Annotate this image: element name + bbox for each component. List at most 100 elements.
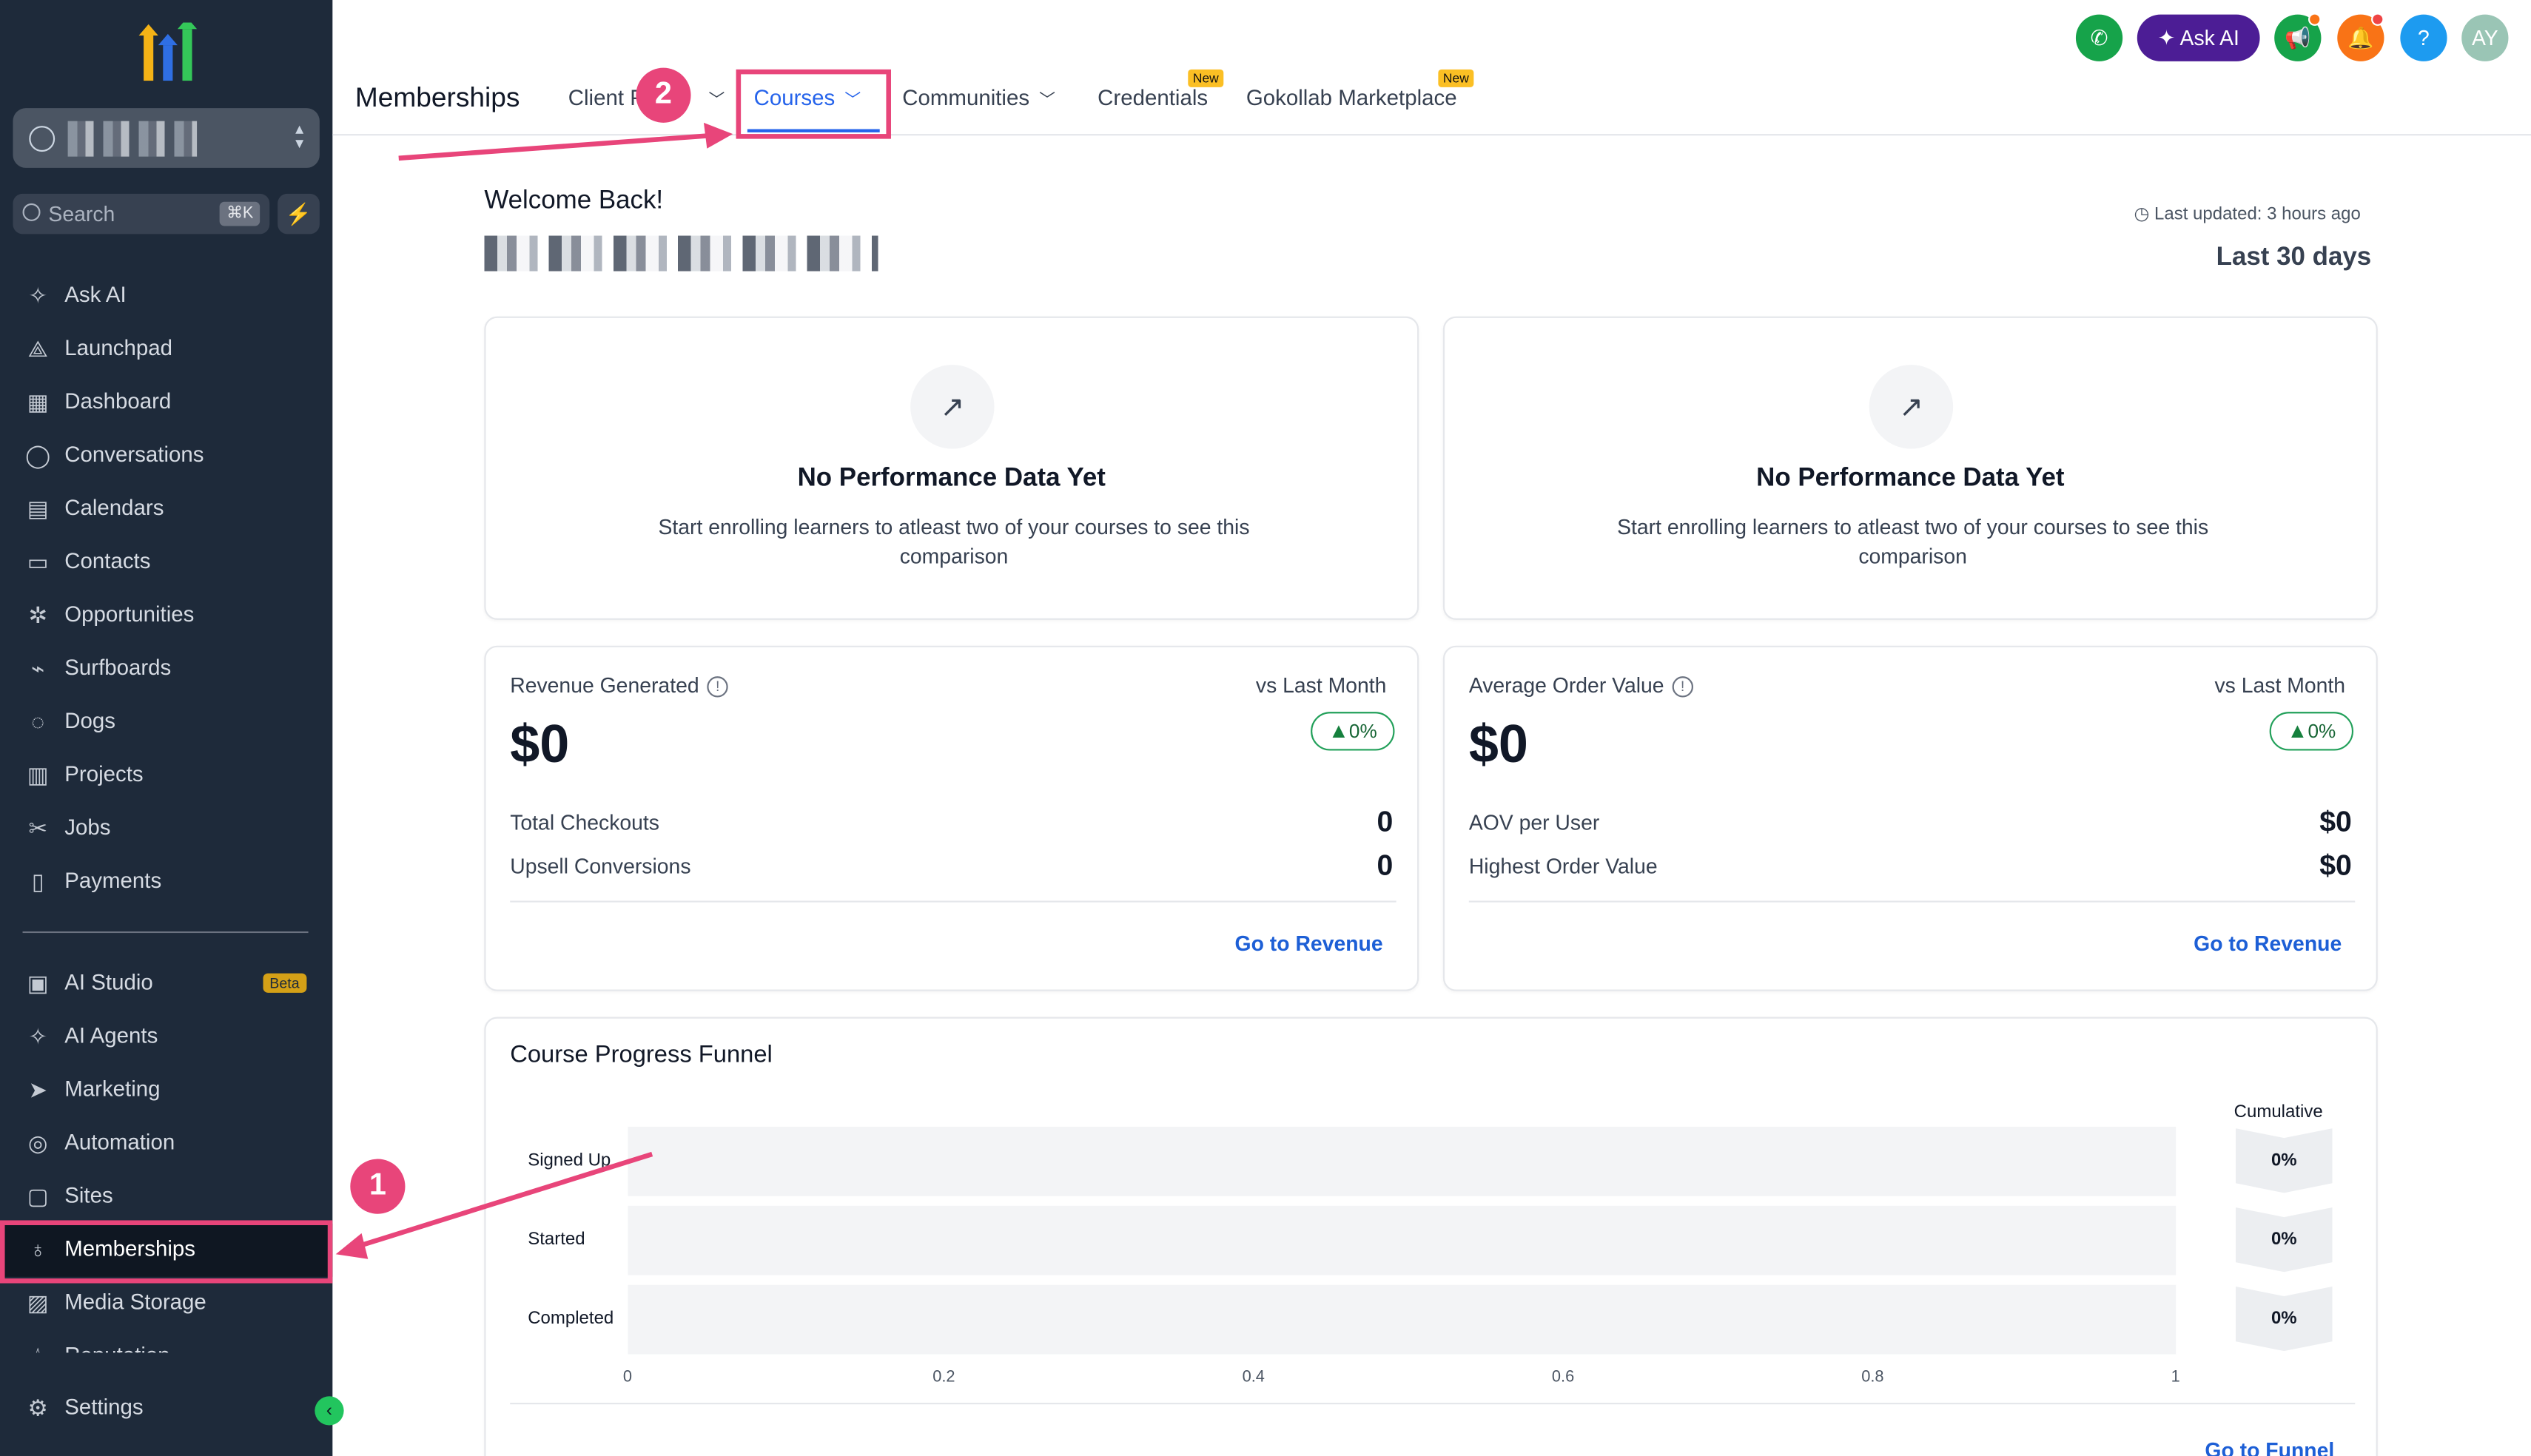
- sidebar-item-label: Media Storage: [64, 1290, 206, 1314]
- funnel-track: [628, 1284, 2177, 1355]
- go-to-funnel-link[interactable]: Go to Funnel: [2205, 1438, 2334, 1456]
- search-icon: [22, 203, 41, 221]
- ask-ai-label: Ask AI: [2179, 25, 2239, 50]
- image-icon: ▨: [27, 1290, 49, 1316]
- funnel-category-label: Completed: [528, 1309, 614, 1329]
- sidebar-item-ai-agents[interactable]: ✧ AI Agents: [0, 1011, 332, 1064]
- new-badge: New: [1188, 69, 1224, 87]
- sidebar-item-jobs[interactable]: ✂ Jobs: [0, 802, 332, 855]
- tab-client-portal-chevron[interactable]: ﹀: [699, 86, 725, 109]
- search-shortcut: ⌘K: [220, 201, 261, 226]
- step-badge-1: 1: [350, 1159, 406, 1214]
- beta-badge: Beta: [263, 973, 306, 993]
- funnel-track: [628, 1126, 2177, 1196]
- x-tick-label: 0.2: [932, 1369, 955, 1387]
- grid-icon: ▦: [27, 388, 49, 415]
- new-badge: New: [1438, 69, 1474, 87]
- app-logo[interactable]: [132, 22, 204, 87]
- sidebar-item-projects[interactable]: ▥ Projects: [0, 749, 332, 802]
- notification-dot: [2308, 13, 2322, 26]
- change-value: 0%: [1348, 720, 1377, 743]
- highlight-box-memberships: [0, 1220, 333, 1284]
- sidebar-item-payments[interactable]: ▯ Payments: [0, 855, 332, 909]
- sidebar-item-reputation[interactable]: ☆ Reputation: [0, 1330, 332, 1352]
- phone-button[interactable]: ✆: [2075, 14, 2123, 61]
- performance-description: Start enrolling learners to atleast two …: [1617, 514, 2209, 568]
- course-progress-funnel-card: Course Progress Funnel Signed Up 0% Starte…: [484, 1017, 2378, 1456]
- sidebar-item-label: Conversations: [64, 442, 204, 467]
- sidebar-item-label: Payments: [64, 868, 162, 893]
- opportunities-icon: ✲: [28, 601, 48, 628]
- date-range[interactable]: Last 30 days: [2216, 243, 2372, 272]
- account-switcher[interactable]: ▴ ▾: [13, 108, 320, 168]
- account-name-redacted: [67, 121, 198, 157]
- aov-per-user-value: $0: [2319, 805, 2352, 838]
- info-icon[interactable]: !: [1672, 676, 1693, 698]
- sidebar-item-conversations[interactable]: ◯ Conversations: [0, 429, 332, 482]
- chevron-updown-icon: ▴ ▾: [295, 121, 304, 154]
- sidebar-item-ai-studio[interactable]: ▣ AI Studio Beta: [0, 957, 332, 1011]
- x-tick-label: 1: [2171, 1369, 2180, 1387]
- user-avatar[interactable]: AY: [2461, 14, 2509, 61]
- funnel-title: Course Progress Funnel: [510, 1041, 773, 1069]
- vs-last-month: vs Last Month: [2214, 673, 2346, 698]
- sidebar-item-launchpad[interactable]: ⟁ Launchpad: [0, 323, 332, 376]
- sidebar-item-label: Calendars: [64, 495, 164, 520]
- collapse-sidebar-button[interactable]: ‹: [315, 1396, 344, 1426]
- sidebar-item-ask-ai[interactable]: ✧ Ask AI: [0, 269, 332, 323]
- tab-label: Communities: [902, 85, 1030, 110]
- search-input[interactable]: Search ⌘K: [13, 193, 270, 235]
- chevron-down-icon: ﹀: [1039, 92, 1055, 110]
- sidebar-item-dogs[interactable]: ◌ Dogs: [0, 695, 332, 749]
- sidebar-item-label: Settings: [64, 1395, 144, 1419]
- performance-card: ↗ No Performance Data Yet Start enrollin…: [1442, 316, 2378, 620]
- sidebar-item-settings[interactable]: ⚙ Settings: [0, 1382, 332, 1435]
- x-tick-label: 0.4: [1242, 1369, 1265, 1387]
- sidebar-item-label: Jobs: [64, 815, 111, 840]
- sidebar-item-dashboard[interactable]: ▦ Dashboard: [0, 376, 332, 429]
- funnel-track: [628, 1205, 2177, 1275]
- help-button[interactable]: ?: [2400, 14, 2447, 61]
- quick-action-button[interactable]: ⚡: [278, 193, 320, 235]
- sidebar-item-label: Contacts: [64, 548, 151, 573]
- x-tick-label: 0.8: [1861, 1369, 1884, 1387]
- sidebar-item-label: Automation: [64, 1130, 175, 1154]
- sidebar-item-sites[interactable]: ▢ Sites: [0, 1170, 332, 1224]
- sites-icon: ▢: [27, 1183, 49, 1210]
- aov-per-user-label: AOV per User: [1468, 810, 1600, 835]
- sidebar-item-automation[interactable]: ◎ Automation: [0, 1117, 332, 1170]
- change-badge: ▲0%: [2269, 712, 2354, 751]
- sidebar-item-calendars[interactable]: ▤ Calendars: [0, 482, 332, 536]
- cumulative-value: 0%: [2235, 1207, 2333, 1273]
- revenue-value: $0: [510, 713, 570, 774]
- funnel-category-label: Signed Up: [528, 1150, 611, 1170]
- sidebar-item-label: AI Agents: [64, 1023, 158, 1048]
- info-icon[interactable]: !: [707, 676, 728, 698]
- sidebar-item-contacts[interactable]: ▭ Contacts: [0, 536, 332, 589]
- account-avatar-icon: [29, 126, 56, 152]
- redacted-user-name: [484, 235, 878, 272]
- rocket-icon: ⟁: [27, 335, 48, 362]
- sidebar-item-label: Opportunities: [64, 601, 195, 627]
- tab-credentials[interactable]: Credentials: [1098, 86, 1208, 110]
- sidebar-item-label: AI Studio: [64, 970, 153, 994]
- sidebar-item-marketing[interactable]: ➤ Marketing: [0, 1064, 332, 1117]
- aov-label: Average Order Value!: [1469, 673, 1693, 698]
- go-to-revenue-link[interactable]: Go to Revenue: [2194, 931, 2342, 956]
- ask-ai-button[interactable]: ✦ Ask AI: [2137, 14, 2260, 61]
- sparkle-icon: ✧: [28, 282, 48, 309]
- tab-label: Gokollab Marketplace: [1246, 85, 1457, 110]
- calendar-icon: ▤: [27, 495, 49, 522]
- sidebar-item-opportunities[interactable]: ✲ Opportunities: [0, 589, 332, 642]
- tab-client-portal[interactable]: Client P: [568, 86, 645, 110]
- sidebar-item-media-storage[interactable]: ▨ Media Storage: [0, 1277, 332, 1330]
- bolt-icon: ⚡: [285, 201, 312, 226]
- tab-gokollab-marketplace[interactable]: Gokollab Marketplace: [1246, 86, 1457, 110]
- tab-communities[interactable]: Communities ﹀: [902, 86, 1055, 110]
- sidebar-item-label: Marketing: [64, 1076, 161, 1101]
- sidebar-item-surfboards[interactable]: ⌁ Surfboards: [0, 642, 332, 695]
- vs-last-month: vs Last Month: [1255, 673, 1387, 698]
- go-to-revenue-link[interactable]: Go to Revenue: [1235, 931, 1383, 956]
- x-tick-label: 0: [622, 1369, 633, 1387]
- phone-icon: ✆: [2090, 25, 2108, 50]
